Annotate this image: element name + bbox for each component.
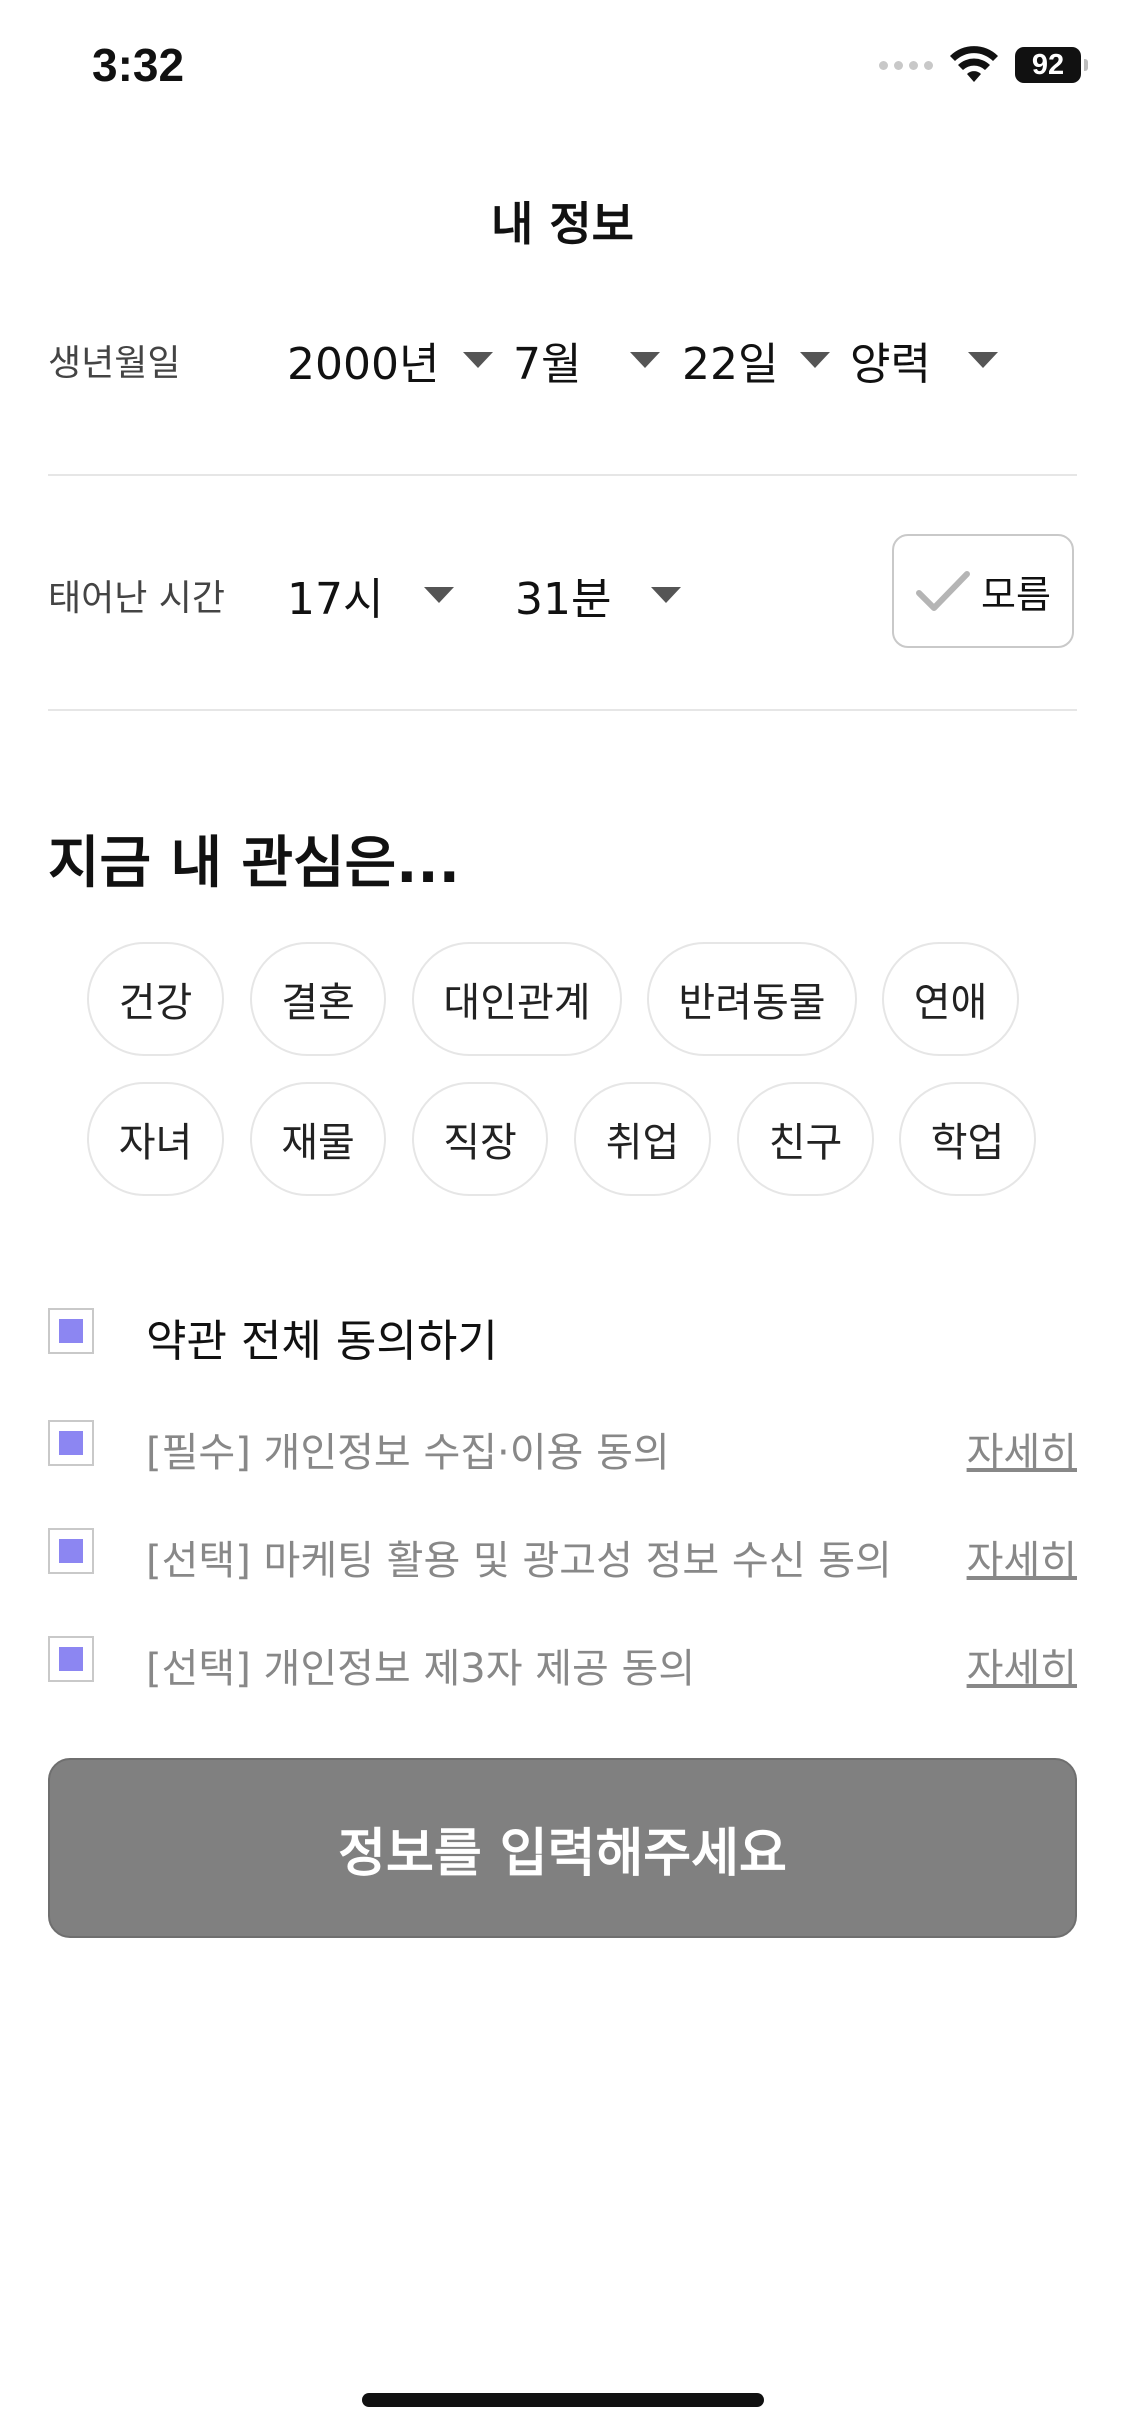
battery-level: 92 bbox=[1031, 48, 1065, 81]
hour-value: 17시 bbox=[287, 574, 384, 625]
interest-chip-workplace[interactable]: 직장 bbox=[412, 1082, 548, 1196]
agree-marketing-detail-link[interactable]: 자세히 bbox=[967, 1528, 1077, 1586]
chevron-down-icon bbox=[651, 587, 681, 603]
agree-third-party-checkbox[interactable] bbox=[48, 1636, 94, 1682]
minute-select[interactable]: 31분 bbox=[515, 565, 695, 625]
interest-chip-pets[interactable]: 반려동물 bbox=[647, 942, 857, 1056]
agree-marketing-checkbox[interactable] bbox=[48, 1528, 94, 1574]
minute-value: 31분 bbox=[515, 574, 612, 625]
divider bbox=[48, 474, 1077, 476]
unknown-time-label: 모름 bbox=[981, 572, 1051, 617]
interest-chip-wealth[interactable]: 재물 bbox=[250, 1082, 386, 1196]
year-select[interactable]: 2000년 bbox=[287, 330, 497, 390]
agree-privacy-checkbox[interactable] bbox=[48, 1420, 94, 1466]
status-indicators: 92 bbox=[879, 46, 1088, 84]
day-select[interactable]: 22일 bbox=[682, 330, 832, 390]
wifi-icon bbox=[950, 46, 998, 82]
agree-all-checkbox[interactable] bbox=[48, 1308, 94, 1354]
screen: 3:32 92 내 정보 생년월일 2000년 7월 22일 양력 태어난 시간… bbox=[0, 0, 1125, 2436]
cellular-signal-icon bbox=[879, 60, 933, 70]
chevron-down-icon bbox=[630, 352, 660, 368]
agree-marketing-label: [선택] 마케팅 활용 및 광고성 정보 수신 동의 bbox=[146, 1538, 892, 1584]
interest-chip-studies[interactable]: 학업 bbox=[899, 1082, 1036, 1196]
agree-privacy-label: [필수] 개인정보 수집·이용 동의 bbox=[146, 1430, 670, 1476]
interest-chip-employment[interactable]: 취업 bbox=[574, 1082, 711, 1196]
birth-time-label: 태어난 시간 bbox=[48, 578, 226, 619]
month-value: 7월 bbox=[513, 339, 582, 390]
birth-date-label: 생년월일 bbox=[48, 343, 181, 384]
chevron-down-icon bbox=[800, 352, 830, 368]
interest-chip-relationships[interactable]: 대인관계 bbox=[412, 942, 622, 1056]
year-value: 2000년 bbox=[287, 339, 440, 390]
interest-chip-children[interactable]: 자녀 bbox=[87, 1082, 224, 1196]
submit-button[interactable]: 정보를 입력해주세요 bbox=[48, 1758, 1077, 1938]
agree-all-label: 약관 전체 동의하기 bbox=[146, 1316, 498, 1367]
interest-chip-dating[interactable]: 연애 bbox=[882, 942, 1019, 1056]
agree-privacy-detail-link[interactable]: 자세히 bbox=[967, 1420, 1077, 1478]
chevron-down-icon bbox=[424, 587, 454, 603]
check-icon bbox=[916, 571, 971, 611]
status-time: 3:32 bbox=[92, 39, 185, 91]
page-title: 내 정보 bbox=[491, 197, 634, 251]
agree-third-party-detail-link[interactable]: 자세히 bbox=[967, 1636, 1077, 1694]
month-select[interactable]: 7월 bbox=[513, 330, 663, 390]
interest-chip-health[interactable]: 건강 bbox=[87, 942, 224, 1056]
day-value: 22일 bbox=[682, 339, 779, 390]
unknown-time-toggle[interactable]: 모름 bbox=[892, 534, 1074, 648]
agree-third-party-label: [선택] 개인정보 제3자 제공 동의 bbox=[146, 1646, 696, 1692]
calendar-type-value: 양력 bbox=[850, 339, 931, 390]
interest-chip-marriage[interactable]: 결혼 bbox=[250, 942, 386, 1056]
home-indicator[interactable] bbox=[362, 2393, 764, 2407]
interests-title: 지금 내 관심은... bbox=[48, 831, 460, 896]
interest-chip-friends[interactable]: 친구 bbox=[737, 1082, 874, 1196]
calendar-type-select[interactable]: 양력 bbox=[850, 330, 1010, 390]
battery-icon: 92 bbox=[1015, 47, 1088, 83]
chevron-down-icon bbox=[968, 352, 998, 368]
divider bbox=[48, 709, 1077, 711]
chevron-down-icon bbox=[463, 352, 493, 368]
hour-select[interactable]: 17시 bbox=[287, 565, 467, 625]
